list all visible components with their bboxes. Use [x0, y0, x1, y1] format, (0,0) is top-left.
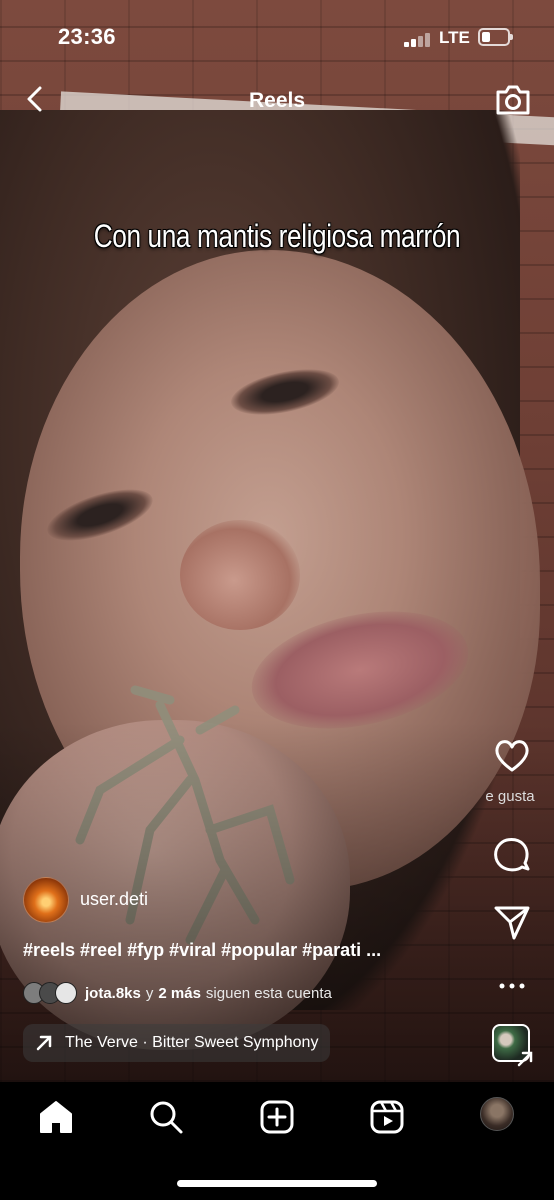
follower-avatars: [23, 982, 79, 1004]
clock: 23:36: [58, 24, 116, 49]
search-icon[interactable]: [146, 1097, 186, 1137]
follower-suffix: siguen esta cuenta: [205, 984, 332, 1002]
home-indicator: [177, 1180, 377, 1187]
camera-icon[interactable]: [494, 82, 532, 118]
video-caption: Con una mantis religiosa marrón: [93, 218, 461, 254]
trending-arrow-icon: [517, 1051, 533, 1067]
create-icon[interactable]: [257, 1097, 297, 1137]
battery-icon: [478, 28, 513, 46]
home-icon[interactable]: [36, 1097, 76, 1137]
network-type: LTE: [439, 28, 470, 47]
audio-pill[interactable]: The Verve · Bitter Sweet Symphony: [23, 1024, 331, 1062]
hashtags[interactable]: #reels #reel #fyp #viral #popular #parat…: [23, 940, 381, 961]
arrow-up-right-icon: [36, 1035, 52, 1051]
audio-title: The Verve · Bitter Sweet Symphony: [65, 1034, 319, 1051]
signal-icon: [404, 33, 434, 47]
reels-icon[interactable]: [367, 1097, 407, 1137]
more-icon[interactable]: [492, 966, 532, 1006]
comment-icon[interactable]: [492, 834, 532, 874]
like-label: e gusta: [485, 788, 535, 805]
reel-video[interactable]: [0, 0, 554, 1082]
avatar[interactable]: [23, 877, 69, 923]
profile-avatar[interactable]: [480, 1097, 514, 1131]
username[interactable]: user.deti: [80, 889, 148, 910]
follower-connector: y: [145, 984, 154, 1002]
send-icon[interactable]: [492, 902, 532, 942]
page-title: Reels: [248, 89, 306, 112]
follower-others: 2 más: [158, 984, 201, 1002]
follower-name: jota.8ks: [85, 984, 141, 1002]
status-bar: 23:36 LTE: [0, 0, 554, 74]
heart-icon[interactable]: [492, 736, 532, 776]
followed-by[interactable]: jota.8ks y 2 más siguen esta cuenta: [23, 980, 332, 1006]
nose: [180, 520, 300, 630]
